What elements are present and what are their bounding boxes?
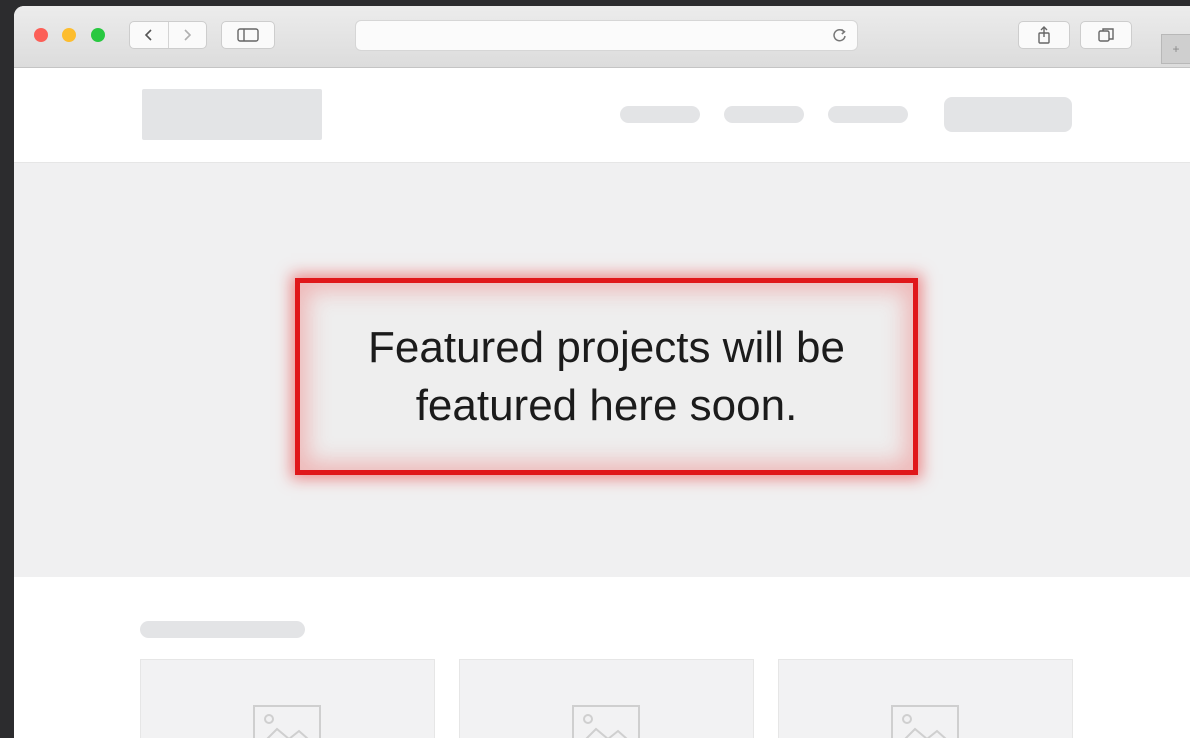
project-card[interactable] (140, 659, 435, 738)
chevron-right-icon (184, 29, 192, 41)
image-placeholder-icon (891, 705, 959, 738)
plus-icon: + (1172, 42, 1180, 56)
share-button[interactable] (1018, 21, 1070, 49)
nav-link-placeholder[interactable] (620, 106, 700, 123)
chevron-left-icon (144, 29, 152, 41)
tabs-icon (1098, 28, 1114, 42)
logo-placeholder (142, 89, 322, 140)
sidebar-icon (237, 28, 259, 42)
back-button[interactable] (130, 22, 168, 48)
maximize-window-button[interactable] (91, 28, 105, 42)
section-title-placeholder (140, 621, 305, 638)
site-header (14, 68, 1190, 163)
history-nav (129, 21, 207, 49)
new-tab-button[interactable]: + (1161, 34, 1190, 64)
hero-section: Featured projects will be featured here … (14, 163, 1190, 577)
cta-button-placeholder[interactable] (944, 97, 1072, 132)
image-placeholder-icon (572, 705, 640, 738)
tabs-overview-button[interactable] (1080, 21, 1132, 49)
browser-toolbar: + (14, 6, 1190, 68)
close-window-button[interactable] (34, 28, 48, 42)
share-icon (1038, 26, 1050, 44)
project-card[interactable] (459, 659, 754, 738)
projects-section (14, 577, 1190, 738)
featured-projects-message: Featured projects will be featured here … (368, 322, 845, 430)
browser-window: + Featured projects will be featured her… (14, 6, 1190, 738)
project-card[interactable] (778, 659, 1073, 738)
featured-projects-callout: Featured projects will be featured here … (295, 278, 918, 475)
minimize-window-button[interactable] (62, 28, 76, 42)
sidebar-toggle-button[interactable] (221, 21, 275, 49)
nav-link-placeholder[interactable] (828, 106, 908, 123)
reload-icon[interactable] (831, 26, 849, 44)
image-placeholder-icon (253, 705, 321, 738)
forward-button[interactable] (167, 22, 207, 48)
address-bar[interactable] (355, 20, 858, 51)
nav-link-placeholder[interactable] (724, 106, 804, 123)
